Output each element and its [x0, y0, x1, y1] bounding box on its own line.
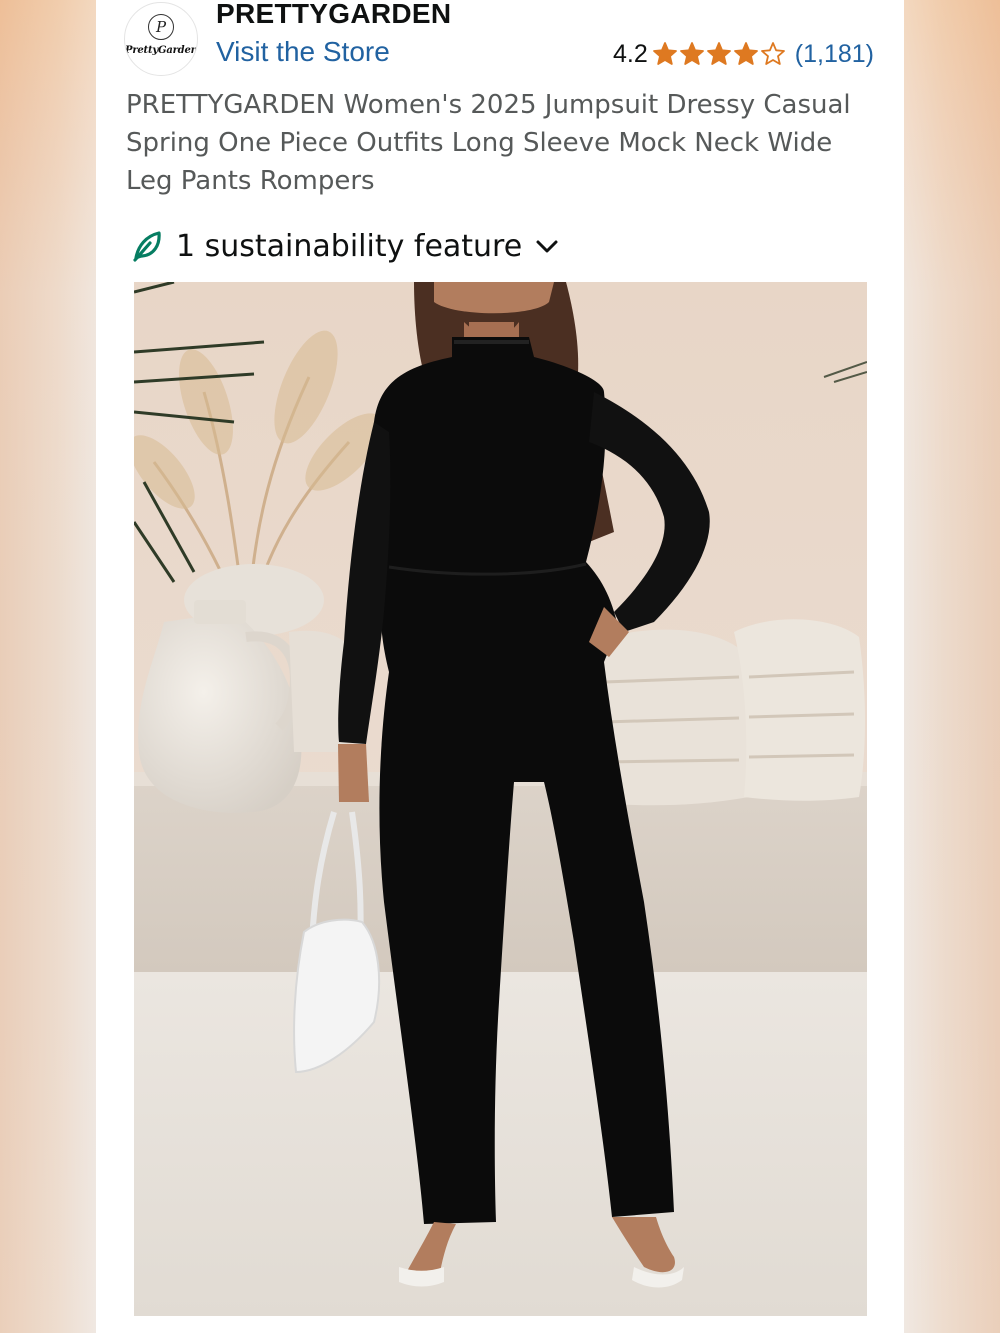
sustainability-toggle[interactable]: 1 sustainability feature — [132, 224, 560, 268]
star-filled-icon — [679, 42, 704, 65]
brand-name: PRETTYGARDEN — [216, 0, 452, 29]
leaf-icon — [133, 231, 161, 262]
background-left — [0, 0, 96, 1333]
product-image[interactable] — [134, 282, 867, 1316]
rating-summary[interactable]: 4.2 (1,181) — [613, 38, 874, 70]
product-photo — [134, 282, 867, 1316]
background-right — [904, 0, 1000, 1333]
star-filled-icon — [652, 42, 677, 65]
rating-value: 4.2 — [613, 39, 648, 68]
chevron-down-icon — [536, 240, 558, 253]
logo-monogram-icon: P — [148, 14, 174, 40]
product-card: P PrettyGarden PRETTYGARDEN Visit the St… — [96, 0, 904, 1333]
star-filled-icon — [733, 42, 758, 65]
visit-store-link[interactable]: Visit the Store — [216, 36, 390, 68]
logo-text: PrettyGarden — [125, 45, 198, 56]
star-empty-icon — [760, 42, 785, 65]
rating-count-link[interactable]: (1,181) — [795, 40, 874, 69]
product-title: PRETTYGARDEN Women's 2025 Jumpsuit Dress… — [126, 90, 851, 196]
star-rating[interactable] — [652, 41, 787, 67]
sustainability-label: 1 sustainability feature — [176, 228, 523, 264]
store-logo[interactable]: P PrettyGarden — [124, 2, 198, 76]
star-filled-icon — [706, 42, 731, 65]
